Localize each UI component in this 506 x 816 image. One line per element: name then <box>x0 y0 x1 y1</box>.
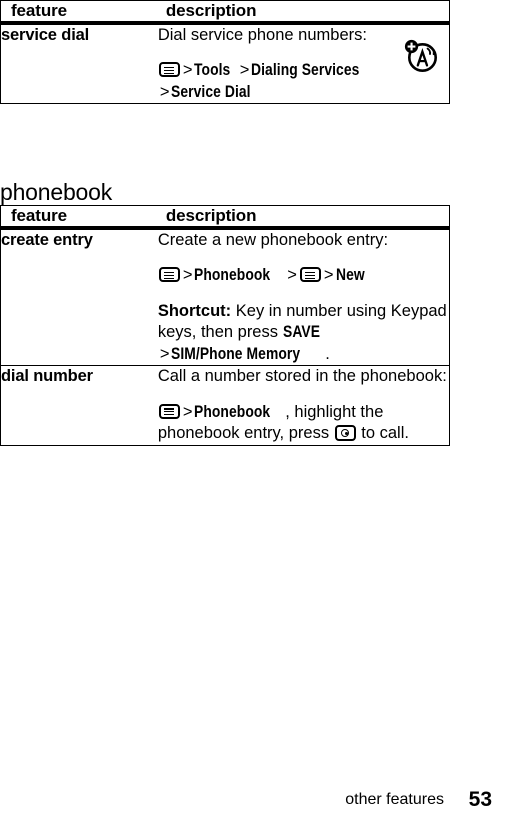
section-heading-phonebook: phonebook <box>0 179 113 206</box>
shortcut-period: . <box>325 344 330 363</box>
column-header-description: description <box>165 206 257 225</box>
path-separator: > <box>323 266 334 285</box>
path-item-new: New <box>335 266 365 285</box>
table-row: service dial Dial service phone numbers:… <box>1 23 450 104</box>
path-separator: > <box>287 266 297 285</box>
table-header: feature description <box>0 206 450 228</box>
path-text-b: to call. <box>361 424 409 443</box>
page-number: 53 <box>468 788 492 811</box>
menu-key-icon <box>158 403 180 419</box>
description-intro: Call a number stored in the phonebook: <box>157 367 447 386</box>
table-row: dial number Call a number stored in the … <box>0 365 450 445</box>
path-item-tools: Tools <box>194 61 231 80</box>
path-item-phonebook: Phonebook <box>194 266 271 285</box>
manual-page: feature description service dial Dial se… <box>0 0 506 816</box>
table-header: feature description <box>0 1 450 23</box>
table-header-row: feature description <box>0 206 450 228</box>
feature-name-dial-number: dial number <box>1 367 93 386</box>
phonebook-table: feature description create entry Create … <box>0 205 450 446</box>
menu-path: > Phonebook > > New <box>158 265 449 286</box>
feature-description-dial-number: Call a number stored in the phonebook: >… <box>158 366 450 445</box>
description-intro: Create a new phonebook entry: <box>157 231 389 249</box>
table-body: create entry Create a new phonebook entr… <box>0 228 450 445</box>
running-head: other features <box>345 791 444 808</box>
menu-path: > Phonebook, highlight the phonebook entr… <box>158 402 449 445</box>
table-header-row: feature description <box>0 1 450 23</box>
column-header-feature: feature <box>11 1 67 20</box>
column-header-description: description <box>165 1 257 20</box>
path-separator: > <box>182 266 193 285</box>
page-footer: other features 53 <box>0 788 506 816</box>
path-item-service-dial: Service Dial <box>171 82 252 101</box>
column-header-feature: feature <box>11 206 67 225</box>
menu-key-icon <box>158 267 180 283</box>
path-item-sim-phone-memory: SIM/Phone Memory <box>171 344 301 363</box>
feature-description-create-entry: Create a new phonebook entry: > Phonebook… <box>158 228 450 366</box>
path-separator: > <box>159 344 170 363</box>
shortcut-note: Shortcut: Key in number using Keypad key… <box>158 301 449 365</box>
table-body: service dial Dial service phone numbers:… <box>1 23 450 104</box>
shortcut-label: Shortcut: <box>157 301 232 320</box>
send-key-icon <box>334 425 356 442</box>
path-separator: > <box>159 82 170 101</box>
menu-key-icon <box>299 267 321 283</box>
table-row: create entry Create a new phonebook entr… <box>1 228 450 366</box>
feature-name-create-entry: create entry <box>1 231 93 249</box>
path-separator: > <box>182 402 193 421</box>
path-separator: > <box>182 61 193 80</box>
softkey-save: SAVE <box>282 323 320 342</box>
feature-name-service-dial: service dial <box>1 26 90 44</box>
path-item-phonebook: Phonebook <box>194 402 271 421</box>
other-features-table: feature description service dial Dial se… <box>0 0 450 105</box>
service-dial-antenna-icon <box>399 34 443 78</box>
path-separator: > <box>239 61 250 80</box>
menu-key-icon <box>158 62 180 78</box>
path-item-dialing-services: Dialing Services <box>251 61 360 80</box>
